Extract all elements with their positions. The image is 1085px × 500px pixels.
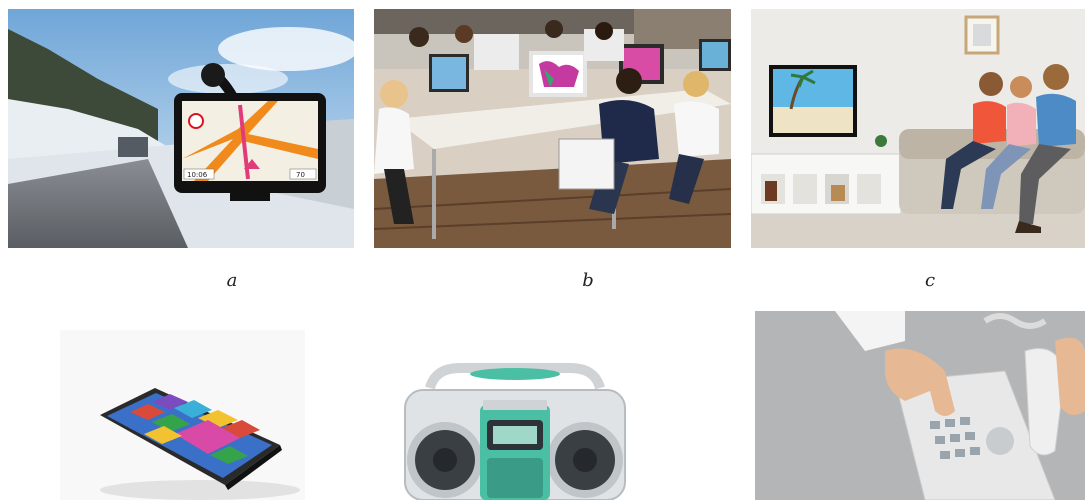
caption-c: c bbox=[924, 270, 936, 291]
photo-gps-navigator: 10:06 70 bbox=[8, 9, 354, 248]
caption-a: a bbox=[226, 270, 238, 291]
gps-time-readout: 10:06 bbox=[187, 171, 208, 179]
photo-boombox-radio bbox=[375, 360, 655, 500]
photo-smartphone bbox=[60, 330, 305, 500]
photo-family-watching-tv bbox=[751, 9, 1085, 248]
photo-desk-telephone bbox=[755, 311, 1085, 500]
gps-speed-readout: 70 bbox=[296, 171, 305, 179]
caption-b: b bbox=[582, 270, 594, 291]
photo-computer-classroom bbox=[374, 9, 731, 248]
